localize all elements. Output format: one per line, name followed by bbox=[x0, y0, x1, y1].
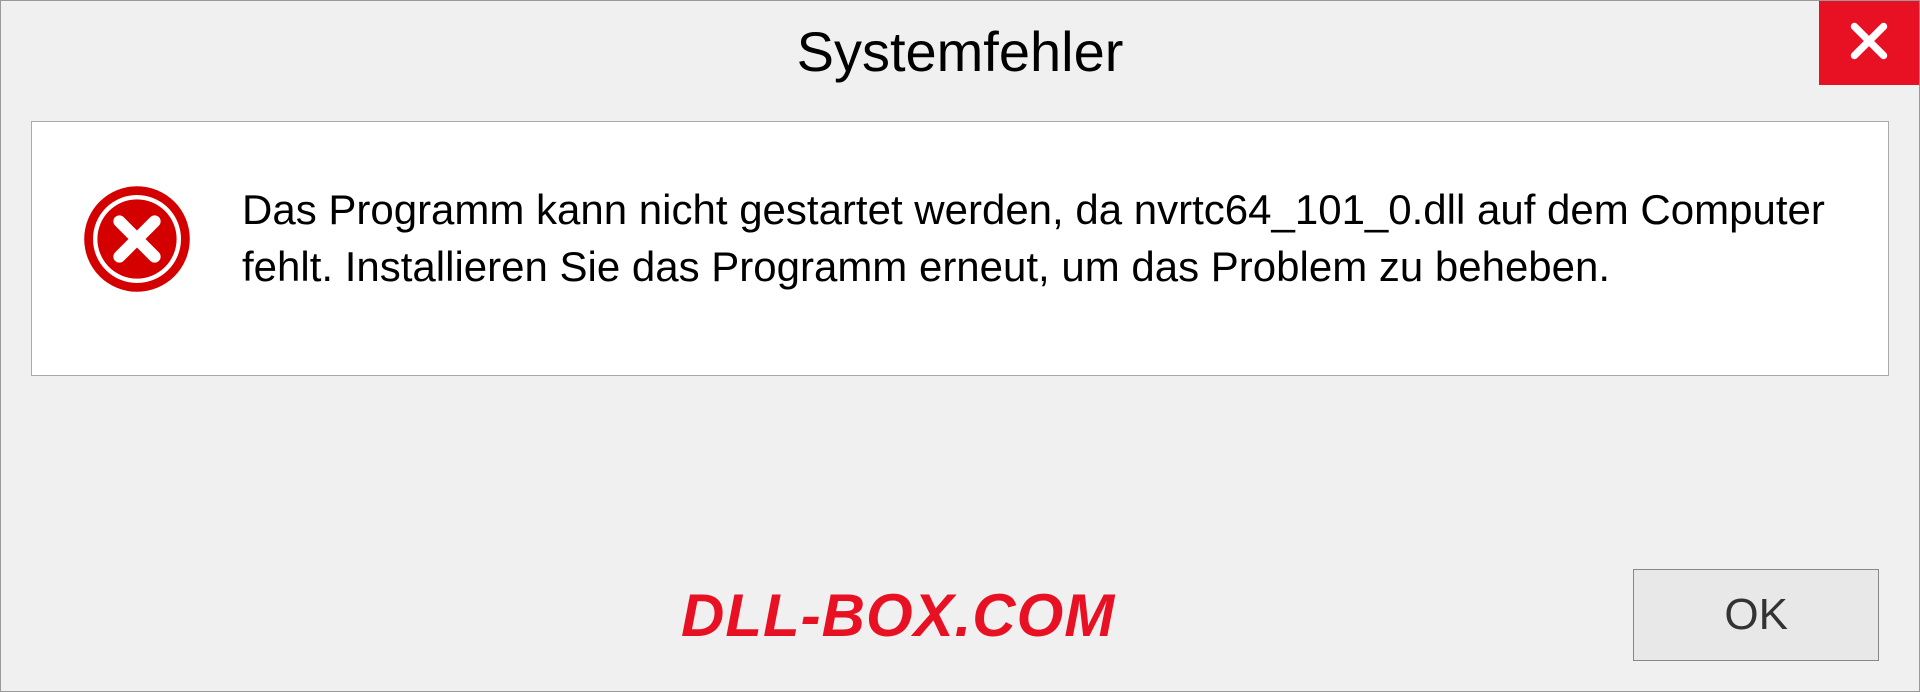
error-message: Das Programm kann nicht gestartet werden… bbox=[242, 182, 1838, 295]
footer: DLL-BOX.COM OK bbox=[41, 569, 1879, 661]
close-icon bbox=[1844, 16, 1894, 71]
ok-button[interactable]: OK bbox=[1633, 569, 1879, 661]
dialog-title: Systemfehler bbox=[797, 19, 1124, 84]
content-box: Das Programm kann nicht gestartet werden… bbox=[31, 121, 1889, 376]
close-button[interactable] bbox=[1819, 1, 1919, 85]
error-icon bbox=[82, 184, 192, 294]
error-dialog: Systemfehler Das Programm kann nicht ges… bbox=[0, 0, 1920, 692]
titlebar: Systemfehler bbox=[1, 1, 1919, 101]
watermark-text: DLL-BOX.COM bbox=[681, 581, 1115, 650]
